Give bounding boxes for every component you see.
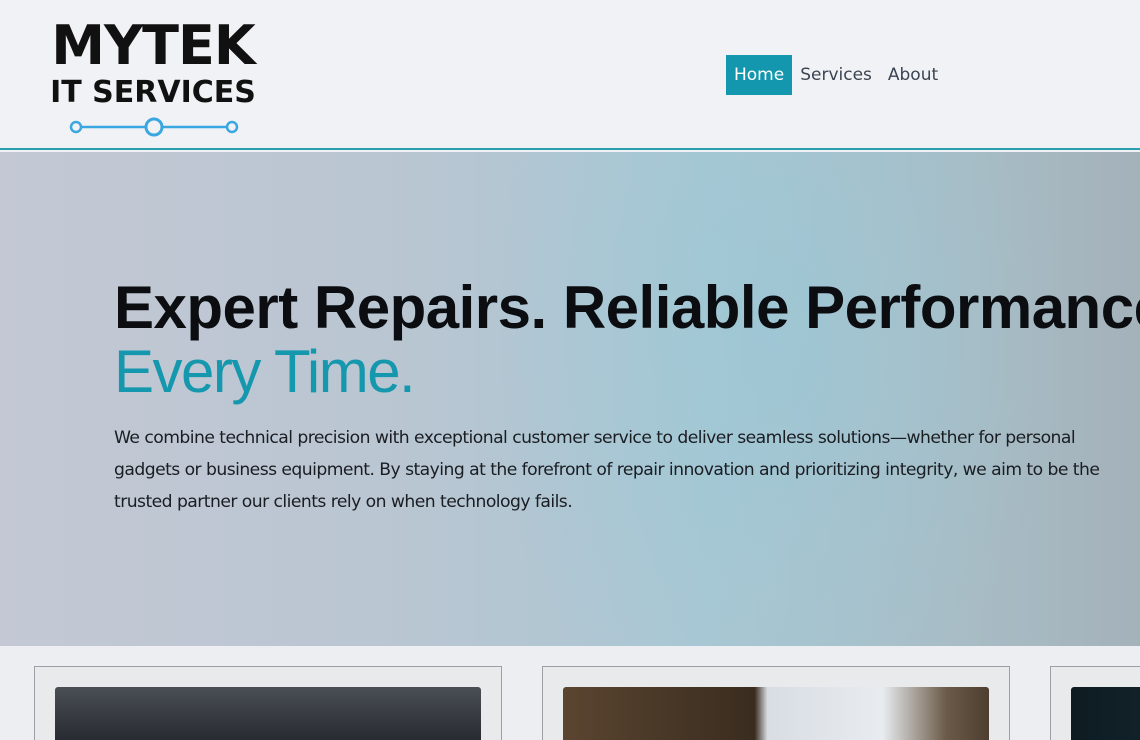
hero-description: We combine technical precision with exce… — [114, 428, 1100, 512]
service-card[interactable] — [1050, 666, 1140, 740]
circuit-icon — [69, 117, 239, 137]
nav-home-link[interactable]: Home — [726, 55, 793, 95]
logo-wordmark: MYTEK — [51, 14, 255, 77]
service-cards — [0, 646, 1140, 740]
service-card[interactable] — [34, 666, 502, 740]
hero-accent-title: Every Time. — [114, 338, 416, 405]
card-image — [1071, 687, 1140, 740]
card-image — [563, 687, 989, 740]
mytek-logo[interactable]: MYTEK IT SERVICES — [32, 14, 282, 138]
logo-tagline: IT SERVICES — [50, 75, 256, 110]
main-nav: Home Services About — [726, 55, 946, 95]
hero-section: Expert Repairs. Reliable Performance. Ev… — [0, 152, 1140, 646]
card-image — [55, 687, 481, 740]
hero-title: Expert Repairs. Reliable Performance. — [114, 274, 1140, 341]
nav-services-link[interactable]: Services — [792, 55, 880, 95]
site-header: MYTEK IT SERVICES Home Services About — [0, 0, 1140, 150]
nav-about-link[interactable]: About — [880, 55, 946, 95]
service-card[interactable] — [542, 666, 1010, 740]
